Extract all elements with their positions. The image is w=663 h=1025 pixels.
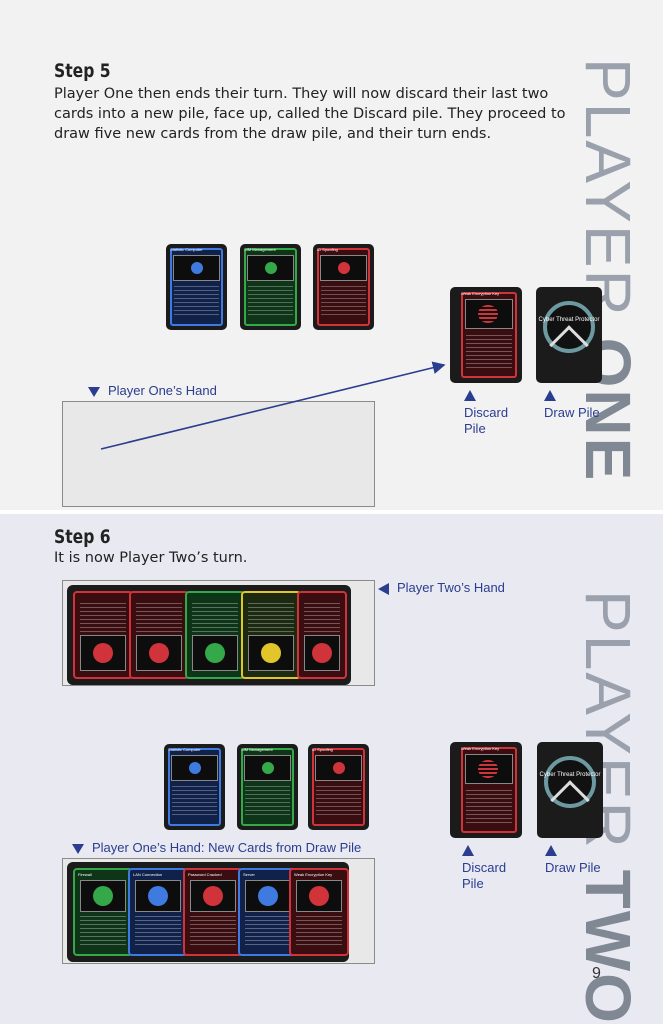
p1-new-card: Firewall [73,868,133,956]
p2-hand-card [241,591,301,679]
played-card: SIM Management [237,744,298,830]
played-card: Statistic Computer [164,744,225,830]
card-art-icon [148,886,168,906]
p2-hand-card [73,591,133,679]
p2-hand-card [129,591,189,679]
arrow-down-icon [72,843,84,854]
card-art-icon [188,762,201,774]
player-two-hand-label: Player Two’s Hand [378,580,505,595]
card-art-icon [258,886,278,906]
p2-hand-card [185,591,245,679]
discard-pile-label: Discard Pile [462,845,522,892]
arrow-up-icon [545,845,557,856]
arrow-up-icon [462,845,474,856]
p1-new-card: LAN Connection [128,868,188,956]
player-one-new-cards-label: Player One’s Hand: New Cards from Draw P… [72,840,361,855]
arrow-left-icon [378,582,389,595]
player-two-hand-tray [67,585,351,685]
card-art-icon [261,643,281,663]
draw-pile-card: Cyber Threat Protector [537,742,603,838]
card-art-icon [309,886,329,906]
step6-heading: Step 6 [54,526,111,548]
p1-new-card: Password Cracked [183,868,243,956]
card-art-icon [261,762,274,774]
page-number: 9 [592,965,601,982]
card-art-icon [93,886,113,906]
card-art-icon [205,643,225,663]
card-art-icon [93,643,113,663]
discard-pile-card: Weak Encryption Key [456,742,522,838]
p2-hand-card [297,591,347,679]
card-art-icon [203,886,223,906]
draw-pile-label: Draw Pile [545,845,605,876]
card-art-icon [332,762,345,774]
step6-body: It is now Player Two’s turn. [54,550,248,566]
p1-new-card: Weak Encryption Key [289,868,349,956]
card-art-icon [312,643,332,663]
player-two-side-title: PLAYER TWO [572,590,644,1025]
player-one-new-hand-tray: Firewall LAN Connection Password Cracked… [67,862,349,962]
card-art-icon [478,760,498,778]
card-art-icon [149,643,169,663]
played-card: ID Spoofing [308,744,369,830]
